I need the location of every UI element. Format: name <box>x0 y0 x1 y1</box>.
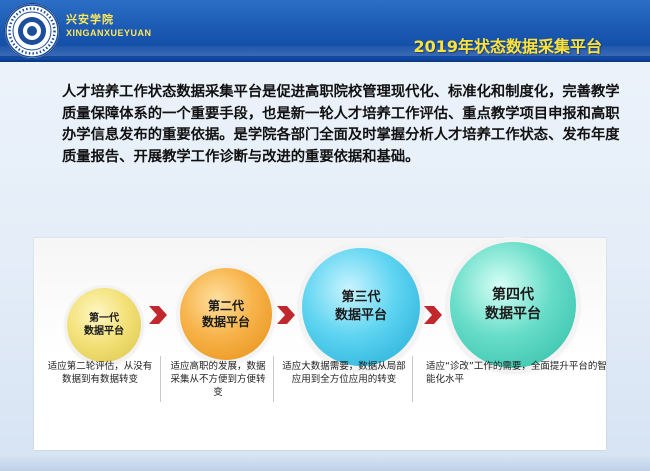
generation-3-sublabel: 数据平台 <box>334 308 387 323</box>
chevron-right-icon <box>424 306 442 324</box>
generation-4-circle: 第四代 数据平台 <box>450 242 576 368</box>
generation-3-label: 第三代 <box>341 290 381 305</box>
generation-2-label: 第二代 <box>207 299 244 313</box>
generation-2-circle: 第二代 数据平台 <box>180 268 272 360</box>
generations-diagram: 第一代 数据平台 第二代 数据平台 第三代 数据平台 第四代 数据平台 适应第二… <box>34 238 607 450</box>
footer-shade <box>0 455 650 471</box>
generation-3-description: 适应大数据需要，数据从局部应用到全方位应用的转变 <box>282 361 406 385</box>
school-name-cn: 兴安学院 <box>66 13 114 26</box>
generation-3-circle: 第三代 数据平台 <box>302 248 420 366</box>
column-divider <box>273 356 274 402</box>
school-emblem-icon <box>5 4 59 58</box>
intro-paragraph: 人才培养工作状态数据采集平台是促进高职院校管理现代化、标准化和制度化，完善教学质… <box>62 84 620 165</box>
generation-2-sublabel: 数据平台 <box>201 315 250 329</box>
page-title: 2019年状态数据采集平台 <box>413 37 602 56</box>
generation-1-label: 第一代 <box>89 313 119 324</box>
school-logo <box>4 3 60 59</box>
generation-4-label: 第四代 <box>492 287 534 303</box>
column-divider <box>412 356 413 402</box>
school-name-en: XINGANXUEYUAN <box>66 28 152 38</box>
generation-1-description: 适应第二轮评估，从没有数据到有数据转变 <box>47 361 153 385</box>
generation-2-description: 适应高职的发展，数据采集从不方便到方便转变 <box>170 361 266 398</box>
header-bar: 兴安学院 XINGANXUEYUAN 2019年状态数据采集平台 <box>0 0 650 62</box>
generation-1-sublabel: 数据平台 <box>84 326 124 337</box>
generation-4-sublabel: 数据平台 <box>485 306 541 322</box>
generation-1-circle: 第一代 数据平台 <box>67 288 141 362</box>
generation-4-description: 适应“诊改”工作的需要，全面提升平台的智能化水平 <box>426 361 607 385</box>
chevron-right-icon <box>149 306 167 324</box>
column-divider <box>160 356 161 402</box>
chevron-right-icon <box>277 306 295 324</box>
